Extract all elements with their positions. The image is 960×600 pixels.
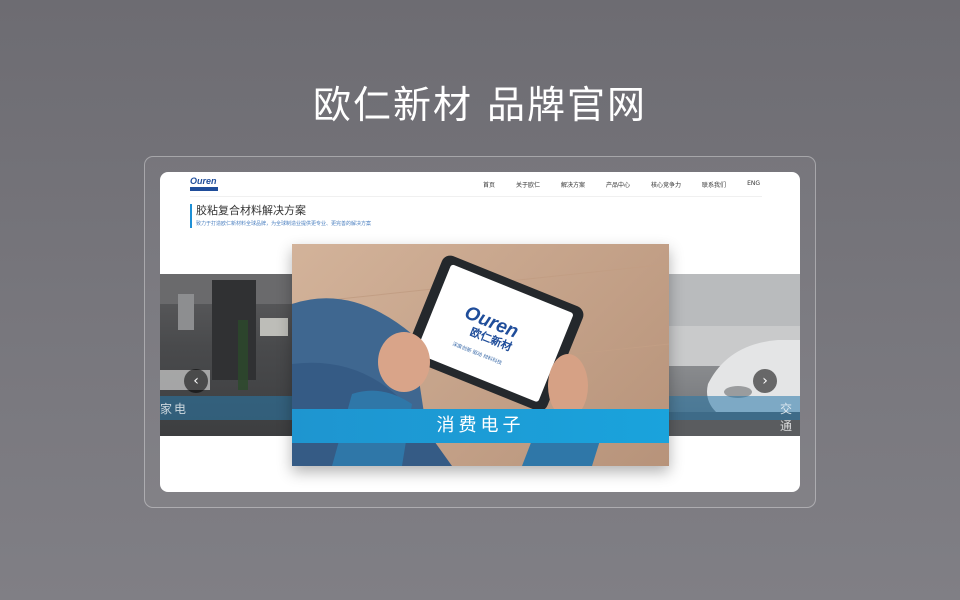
website-preview: Ouren 首页 关于欧仁 解决方案 产品中心 核心竞争力 联系我们 ENG 胶… bbox=[160, 172, 800, 492]
carousel-slide-active[interactable]: Ouren 欧仁新材 深度创新 驱动 材料科技 消费电子 bbox=[292, 244, 669, 466]
carousel-slide-left[interactable]: 家电 bbox=[160, 274, 292, 436]
carousel-slide-right[interactable]: 交通 bbox=[668, 274, 800, 436]
nav-item-competence[interactable]: 核心竞争力 bbox=[651, 180, 681, 189]
section-title: 胶粘复合材料解决方案 bbox=[196, 204, 306, 217]
slide-caption-transport: 交通 bbox=[780, 402, 795, 433]
carousel-prev-button[interactable]: ‹ bbox=[184, 369, 208, 393]
nav-menu: 首页 关于欧仁 解决方案 产品中心 核心竞争力 联系我们 ENG bbox=[462, 180, 760, 189]
site-logo[interactable]: Ouren bbox=[190, 177, 222, 191]
nav-item-english[interactable]: ENG bbox=[747, 180, 760, 189]
logo-bar bbox=[190, 187, 218, 191]
nav-item-home[interactable]: 首页 bbox=[483, 180, 495, 189]
slide-caption-appliance: 家电 bbox=[160, 402, 189, 416]
nav-item-contact[interactable]: 联系我们 bbox=[702, 180, 726, 189]
logo-text: Ouren bbox=[190, 176, 217, 186]
site-navbar: Ouren 首页 关于欧仁 解决方案 产品中心 核心竞争力 联系我们 ENG bbox=[160, 172, 800, 198]
carousel-next-button[interactable]: › bbox=[753, 369, 777, 393]
nav-item-about[interactable]: 关于欧仁 bbox=[516, 180, 540, 189]
section-subtitle: 致力于打造欧仁新材料全球品牌，为全球制造业提供更专业、更完善的解决方案 bbox=[196, 221, 372, 227]
nav-divider bbox=[190, 196, 762, 197]
slide-caption-consumer-electronics: 消费电子 bbox=[436, 415, 525, 436]
page-title: 欧仁新材 品牌官网 bbox=[312, 83, 648, 127]
nav-item-products[interactable]: 产品中心 bbox=[606, 180, 630, 189]
nav-item-solutions[interactable]: 解决方案 bbox=[561, 180, 585, 189]
section-headline: 胶粘复合材料解决方案 致力于打造欧仁新材料全球品牌，为全球制造业提供更专业、更完… bbox=[190, 204, 371, 228]
